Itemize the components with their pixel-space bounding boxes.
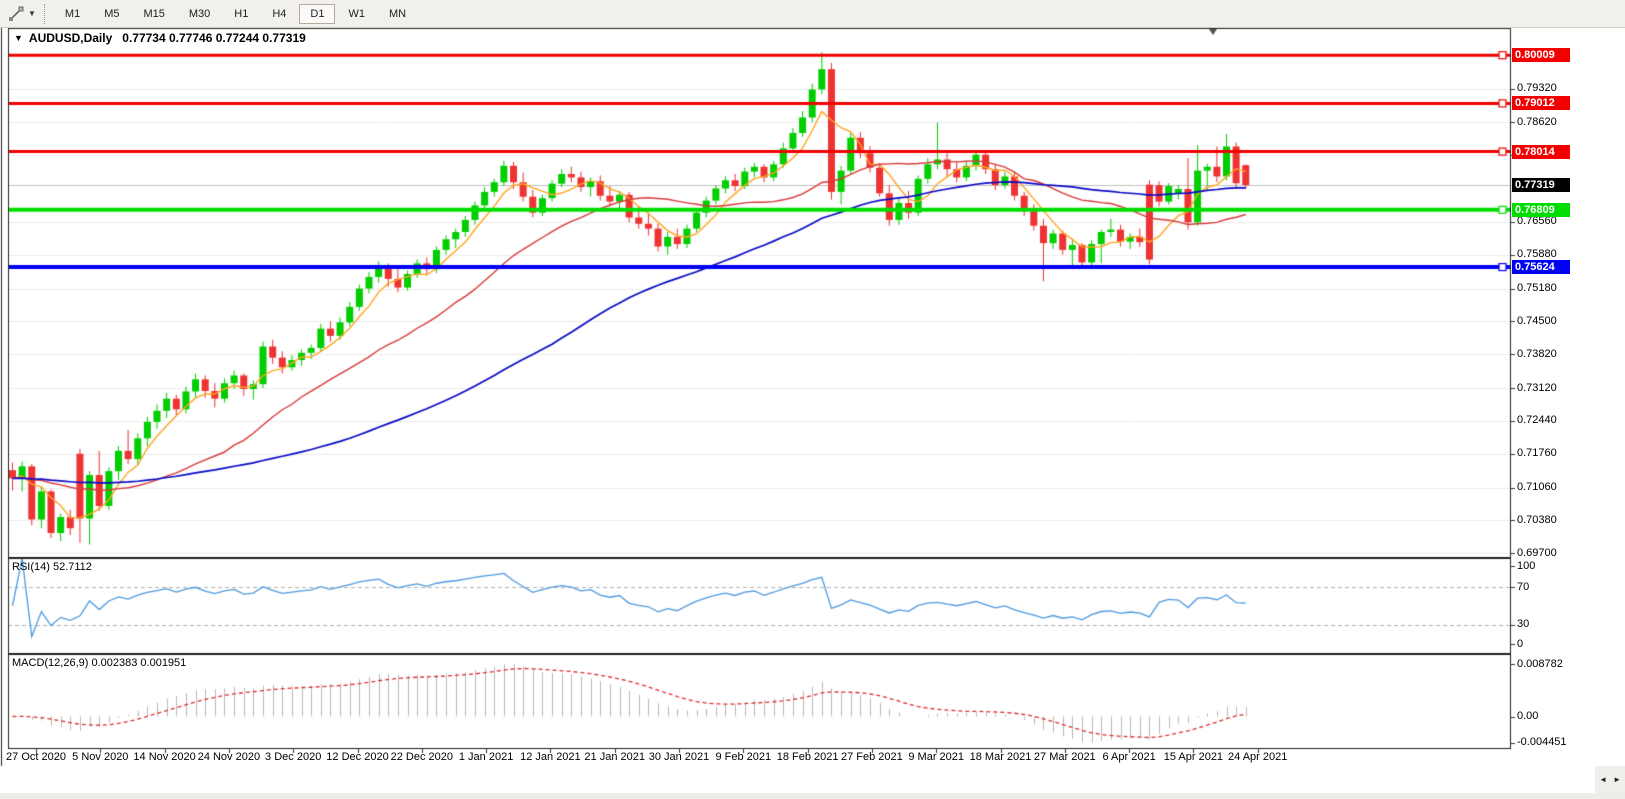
macd-axis-label: -0.004451 bbox=[1517, 736, 1597, 749]
current-price-tag: 0.77319 bbox=[1512, 178, 1570, 192]
tab-scroll-arrows: ◄ ► bbox=[1595, 766, 1625, 793]
chart-ohlc-values: 0.77734 0.77746 0.77244 0.77319 bbox=[122, 31, 306, 45]
chart-symbol-label: AUDUSD,Daily bbox=[29, 31, 112, 45]
price-axis-tick-label: 0.73820 bbox=[1517, 348, 1592, 361]
price-level-tag: 0.79012 bbox=[1512, 96, 1570, 110]
timeframe-button-d1[interactable]: D1 bbox=[299, 4, 335, 24]
main-chart-canvas[interactable] bbox=[0, 0, 1625, 799]
date-axis-label: 27 Mar 2021 bbox=[1034, 751, 1096, 763]
rsi-axis-label: 100 bbox=[1517, 560, 1597, 573]
timeframe-button-w1[interactable]: W1 bbox=[337, 4, 376, 24]
price-level-tag: 0.80009 bbox=[1512, 48, 1570, 62]
date-axis-label: 12 Dec 2020 bbox=[326, 751, 388, 763]
macd-axis-label: 0.00 bbox=[1517, 710, 1597, 723]
price-axis-tick-label: 0.79320 bbox=[1517, 82, 1592, 95]
timeframe-button-m15[interactable]: M15 bbox=[132, 4, 175, 24]
date-axis-label: 6 Apr 2021 bbox=[1102, 751, 1155, 763]
date-axis-label: 9 Mar 2021 bbox=[908, 751, 964, 763]
date-axis-label: 24 Apr 2021 bbox=[1228, 751, 1287, 763]
price-axis-tick-label: 0.71060 bbox=[1517, 481, 1592, 494]
chart-title: ▼ AUDUSD,Daily 0.77734 0.77746 0.77244 0… bbox=[14, 31, 306, 45]
tool-dropdown-caret-icon[interactable]: ▼ bbox=[28, 9, 36, 18]
price-axis-tick-label: 0.74500 bbox=[1517, 315, 1592, 328]
timeframe-toolbar: ▼ M1M5M15M30H1H4D1W1MN bbox=[0, 0, 1625, 28]
price-axis-tick-label: 0.69700 bbox=[1517, 547, 1592, 560]
toolbar-separator bbox=[44, 4, 45, 24]
rsi-axis-label: 30 bbox=[1517, 618, 1597, 631]
date-axis-label: 15 Apr 2021 bbox=[1164, 751, 1223, 763]
price-axis-tick-label: 0.70380 bbox=[1517, 514, 1592, 527]
price-axis-tick-label: 0.75180 bbox=[1517, 282, 1592, 295]
price-axis-tick-label: 0.71760 bbox=[1517, 447, 1592, 460]
date-axis-label: 3 Dec 2020 bbox=[265, 751, 321, 763]
timeframe-button-m5[interactable]: M5 bbox=[93, 4, 130, 24]
symbol-dropdown-icon[interactable]: ▼ bbox=[14, 33, 23, 43]
tab-scroll-right-icon[interactable]: ► bbox=[1613, 775, 1621, 784]
date-axis-label: 21 Jan 2021 bbox=[584, 751, 645, 763]
price-axis-tick-label: 0.78620 bbox=[1517, 116, 1592, 129]
timeframe-button-h4[interactable]: H4 bbox=[261, 4, 297, 24]
date-axis-label: 27 Oct 2020 bbox=[6, 751, 66, 763]
date-axis-label: 12 Jan 2021 bbox=[520, 751, 581, 763]
rsi-indicator-label: RSI(14) 52.7112 bbox=[12, 561, 92, 573]
date-axis-label: 1 Jan 2021 bbox=[459, 751, 513, 763]
pointer-tool-icon[interactable] bbox=[6, 5, 26, 23]
price-level-tag: 0.76809 bbox=[1512, 203, 1570, 217]
price-level-tag: 0.75624 bbox=[1512, 260, 1570, 274]
tab-scroll-left-icon[interactable]: ◄ bbox=[1599, 775, 1607, 784]
timeframe-button-m30[interactable]: M30 bbox=[178, 4, 221, 24]
date-axis-label: 18 Mar 2021 bbox=[970, 751, 1032, 763]
date-axis-label: 30 Jan 2021 bbox=[649, 751, 710, 763]
date-axis-label: 9 Feb 2021 bbox=[715, 751, 771, 763]
price-axis-tick-label: 0.72440 bbox=[1517, 414, 1592, 427]
timeframe-buttons: M1M5M15M30H1H4D1W1MN bbox=[53, 4, 418, 24]
price-level-tag: 0.78014 bbox=[1512, 145, 1570, 159]
date-axis-label: 5 Nov 2020 bbox=[72, 751, 128, 763]
price-axis-tick-label: 0.73120 bbox=[1517, 382, 1592, 395]
date-axis-label: 14 Nov 2020 bbox=[133, 751, 195, 763]
status-strip bbox=[0, 793, 1625, 799]
timeframe-button-m1[interactable]: M1 bbox=[54, 4, 91, 24]
date-axis-label: 27 Feb 2021 bbox=[841, 751, 903, 763]
rsi-axis-label: 0 bbox=[1517, 638, 1597, 651]
macd-axis-label: 0.008782 bbox=[1517, 658, 1597, 671]
macd-indicator-label: MACD(12,26,9) 0.002383 0.001951 bbox=[12, 657, 186, 669]
date-axis-label: 24 Nov 2020 bbox=[198, 751, 260, 763]
date-axis-label: 22 Dec 2020 bbox=[391, 751, 453, 763]
price-axis-tick-label: 0.76560 bbox=[1517, 215, 1592, 228]
date-axis-label: 18 Feb 2021 bbox=[777, 751, 839, 763]
timeframe-button-h1[interactable]: H1 bbox=[223, 4, 259, 24]
rsi-axis-label: 70 bbox=[1517, 581, 1597, 594]
timeframe-button-mn[interactable]: MN bbox=[378, 4, 417, 24]
